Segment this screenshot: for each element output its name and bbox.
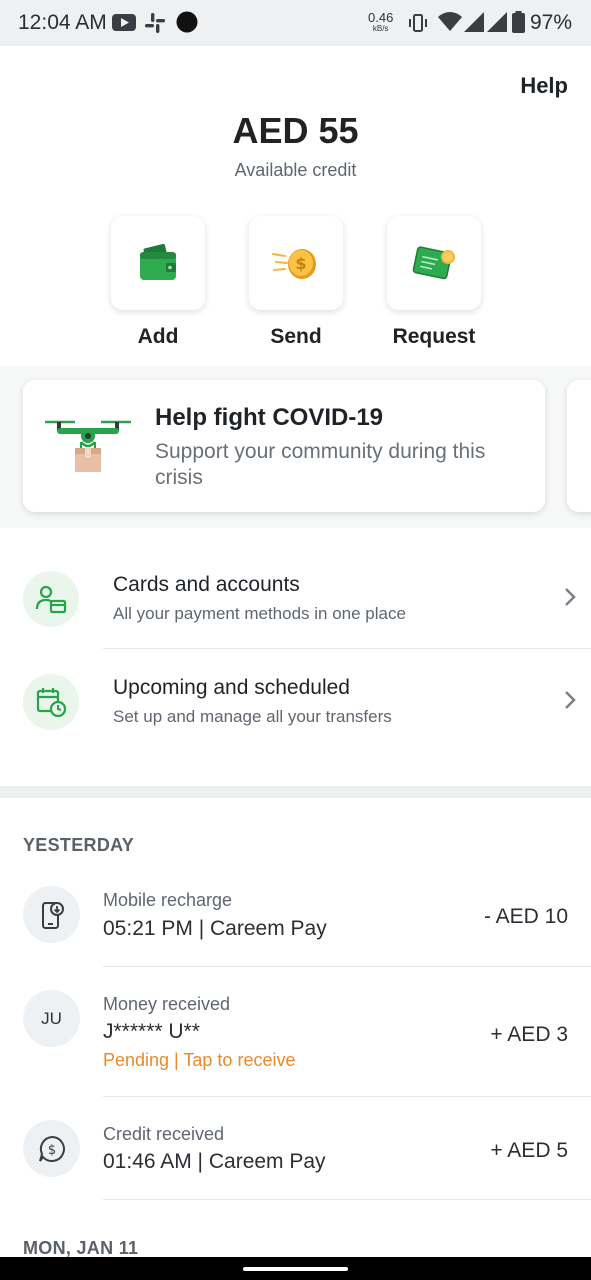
add-label: Add: [137, 325, 179, 348]
help-button[interactable]: Help: [520, 73, 568, 99]
dot-icon: [176, 11, 198, 33]
request-tile[interactable]: [387, 216, 481, 310]
cards-and-accounts-row[interactable]: Cards and accounts All your payment meth…: [0, 560, 591, 650]
next-promo-card[interactable]: [567, 380, 591, 512]
battery-percent: 97%: [530, 11, 573, 34]
request-label: Request: [392, 325, 476, 348]
coin-icon: $: [272, 249, 316, 279]
available-credit-label: Available credit: [234, 160, 357, 180]
avatar: JU: [23, 990, 80, 1047]
network-speed: 0.46 kB/s: [368, 10, 394, 33]
transaction-detail: 05:21 PM | Careem Pay: [103, 917, 327, 940]
transaction-row[interactable]: $ Credit received 01:46 AM | Careem Pay …: [0, 1120, 591, 1200]
envelope-money-icon: [412, 246, 455, 280]
chevron-right-icon: [565, 691, 576, 709]
cards-accounts-title: Cards and accounts: [113, 573, 300, 596]
transaction-amount: - AED 10: [483, 905, 568, 928]
home-gesture-handle[interactable]: [243, 1267, 348, 1271]
transaction-type: Money received: [103, 994, 231, 1014]
signal-icon: [464, 12, 484, 32]
battery-icon: [512, 11, 525, 33]
transaction-type: Mobile recharge: [103, 890, 233, 910]
promo-title: Help fight COVID-19: [155, 404, 384, 431]
slack-icon: [145, 13, 165, 33]
transaction-row[interactable]: JU Money received J****** U** Pending | …: [0, 990, 591, 1096]
covid-promo-card[interactable]: Help fight COVID-19 Support your communi…: [23, 380, 545, 512]
navigation-bar: [0, 1257, 591, 1280]
available-balance: AED 55: [232, 110, 359, 151]
wifi-icon: [438, 12, 462, 31]
section-separator: [0, 786, 591, 798]
transaction-type: Credit received: [103, 1124, 225, 1144]
upcoming-subtitle: Set up and manage all your transfers: [113, 707, 392, 726]
pending-tap-to-receive-link[interactable]: Pending | Tap to receive: [103, 1050, 295, 1071]
transaction-detail: 01:46 AM | Careem Pay: [103, 1150, 326, 1173]
drone-delivery-icon: [45, 420, 131, 472]
transaction-detail: J****** U**: [103, 1020, 200, 1043]
svg-text:$: $: [295, 254, 306, 273]
add-button[interactable]: Add: [111, 216, 205, 349]
upcoming-title: Upcoming and scheduled: [113, 676, 350, 699]
avatar-initials: JU: [41, 1008, 62, 1028]
section-header-yesterday: YESTERDAY: [23, 835, 135, 855]
youtube-icon: [112, 14, 136, 31]
menu-divider: [103, 648, 591, 649]
transaction-icon-circle: $: [23, 1120, 80, 1177]
cards-accounts-subtitle: All your payment methods in one place: [113, 604, 406, 623]
promo-description: Support your community during this crisi…: [155, 440, 486, 489]
cards-accounts-icon-circle: [23, 571, 79, 627]
person-card-icon: [35, 585, 67, 614]
upcoming-and-scheduled-row[interactable]: Upcoming and scheduled Set up and manage…: [0, 663, 591, 753]
request-button[interactable]: Request: [387, 216, 481, 349]
status-bar: 12:04 AM 0.46 kB/s 97%: [0, 0, 591, 46]
signal-icon-2: [487, 12, 507, 32]
transaction-divider: [103, 966, 591, 967]
transaction-divider: [103, 1096, 591, 1097]
transaction-amount: + AED 5: [490, 1139, 568, 1162]
calendar-clock-icon: [36, 688, 67, 718]
chevron-right-icon: [565, 588, 576, 606]
send-tile[interactable]: $: [249, 216, 343, 310]
transaction-amount: + AED 3: [490, 1023, 568, 1046]
transaction-divider: [103, 1199, 591, 1200]
add-tile[interactable]: [111, 216, 205, 310]
svg-text:$: $: [47, 1143, 55, 1158]
dollar-chat-icon: $: [38, 1135, 65, 1162]
vibrate-icon: [409, 14, 427, 32]
section-header-mon-jan-11: MON, JAN 11: [23, 1238, 139, 1258]
send-button[interactable]: $ Send: [249, 216, 343, 349]
transaction-icon-circle: [23, 886, 80, 943]
upcoming-icon-circle: [23, 674, 79, 730]
transaction-row[interactable]: Mobile recharge 05:21 PM | Careem Pay - …: [0, 886, 591, 966]
status-time: 12:04 AM: [18, 11, 107, 34]
phone-recharge-icon: [41, 901, 64, 929]
send-label: Send: [270, 325, 322, 348]
wallet-icon: [140, 243, 176, 280]
